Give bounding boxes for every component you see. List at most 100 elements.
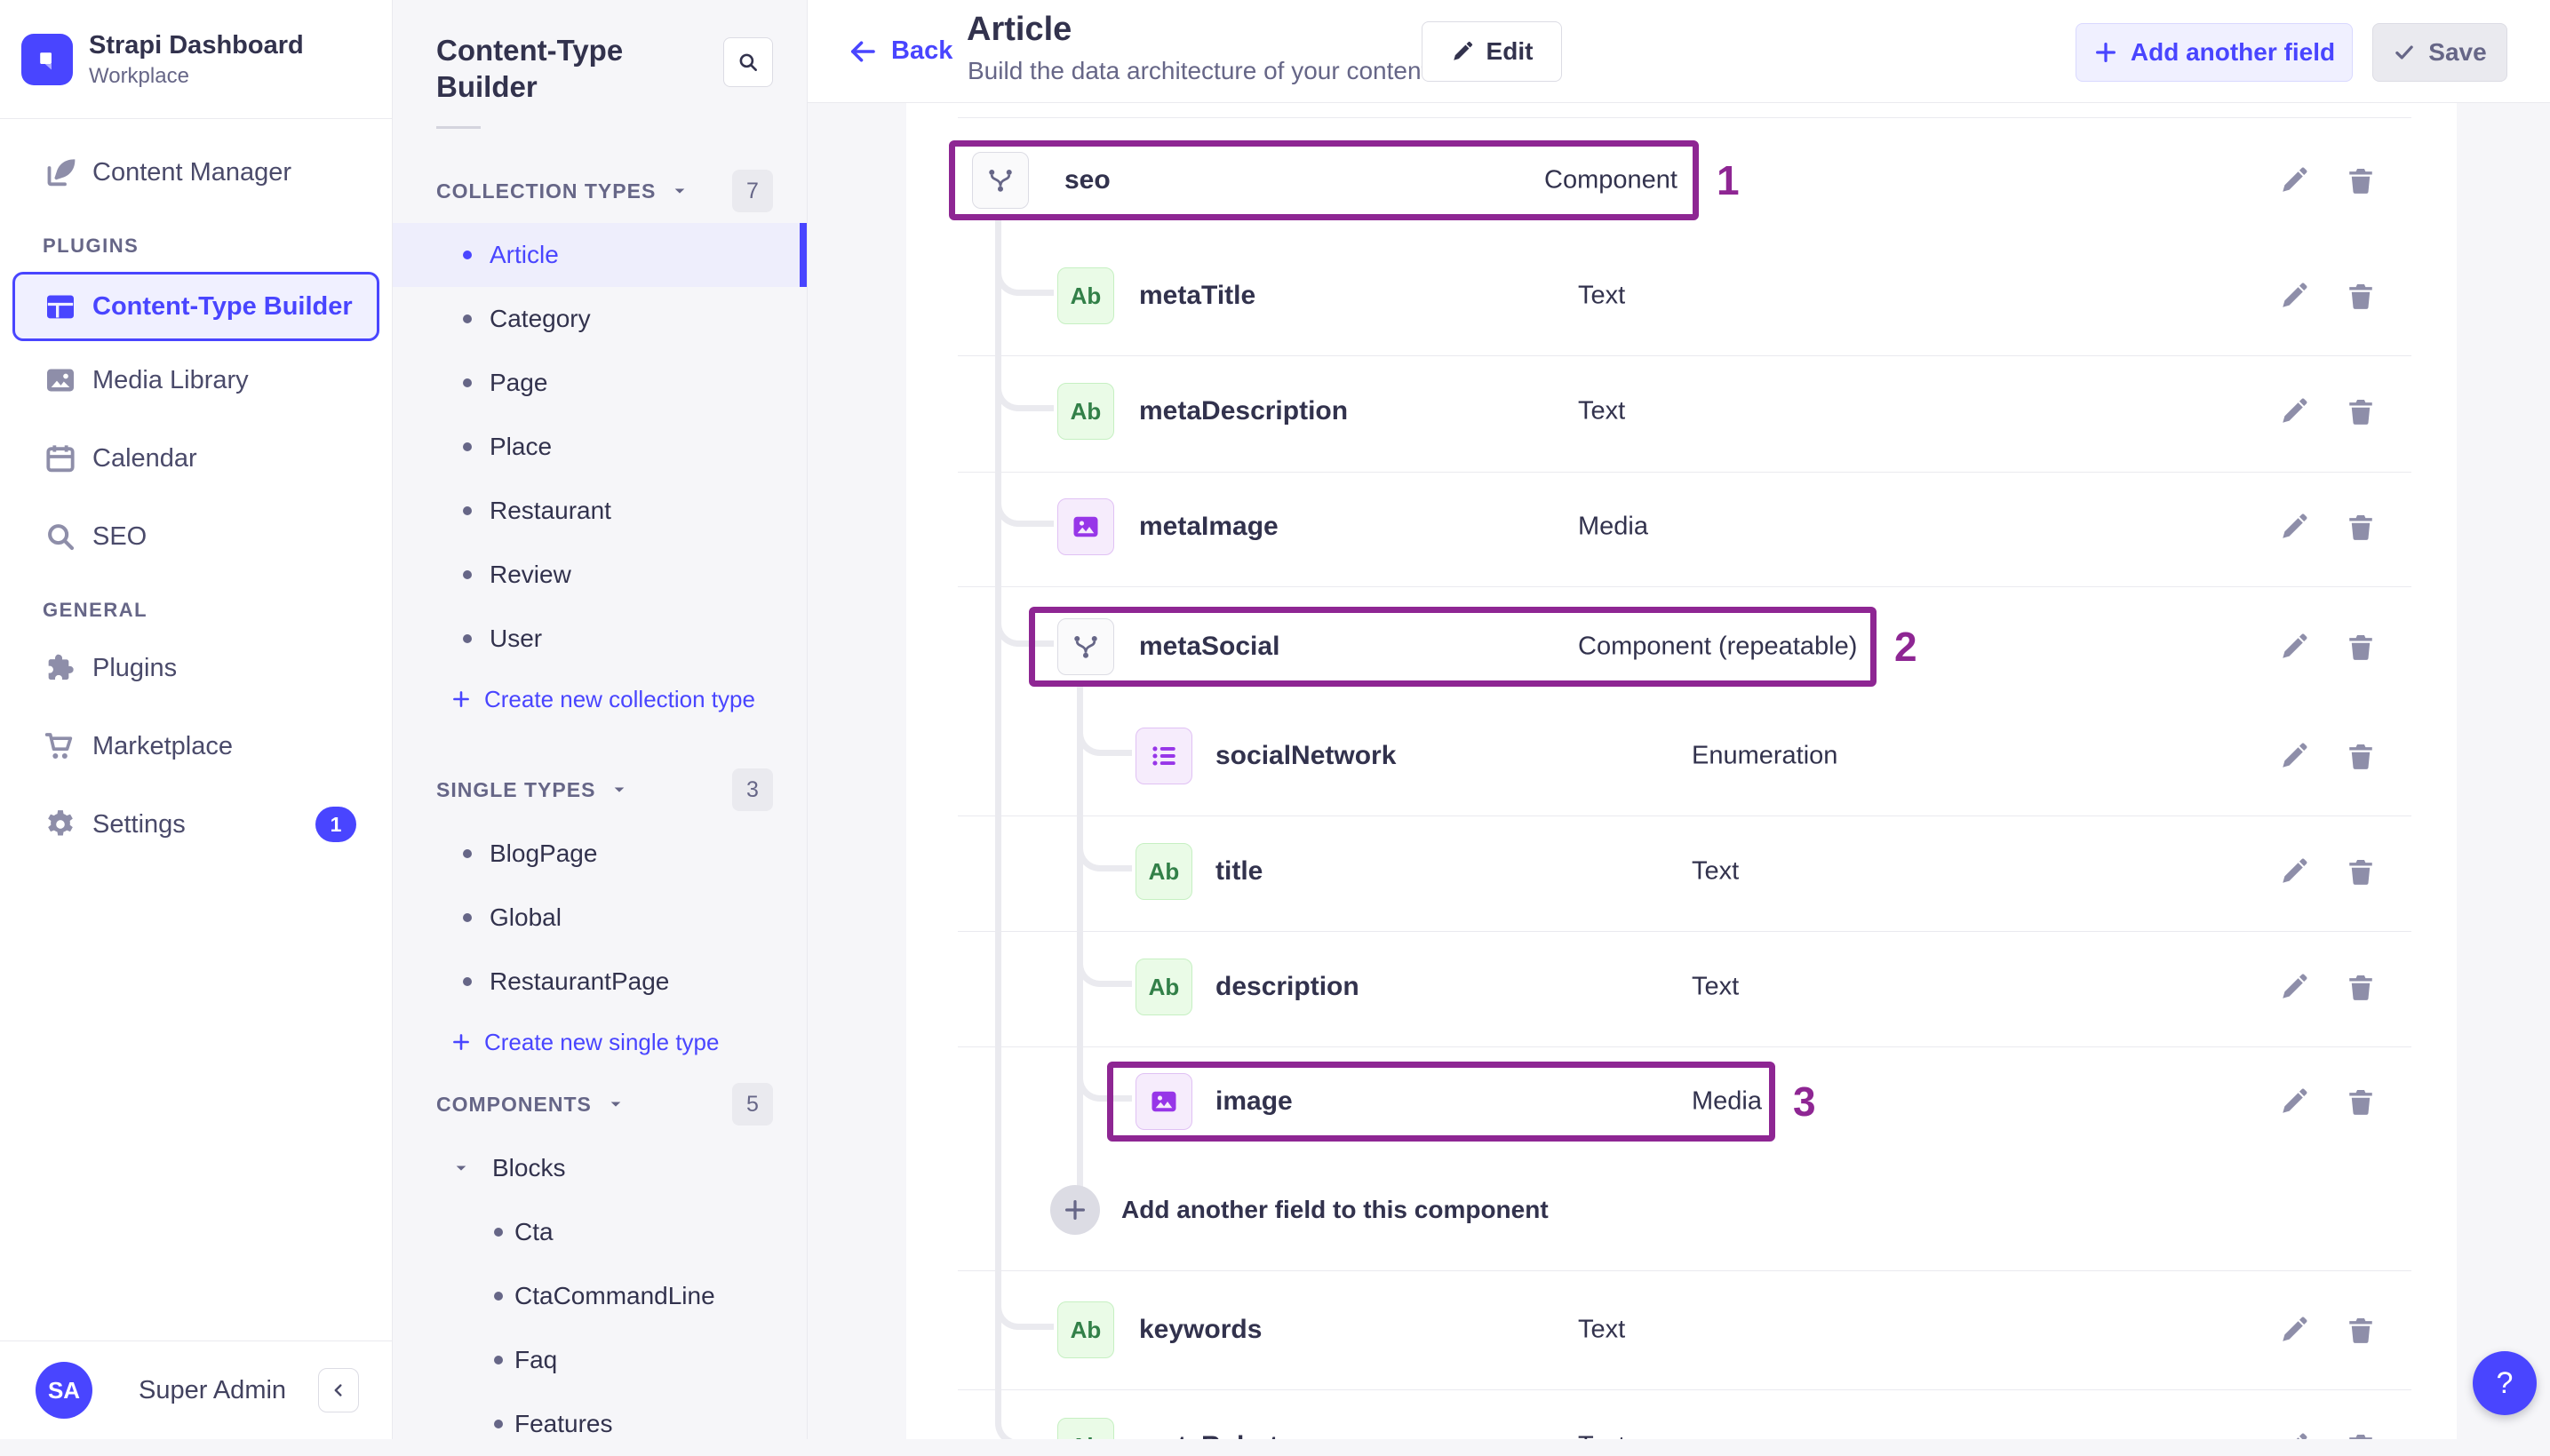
layout-grid-icon — [43, 289, 78, 324]
list-item-ctacommandline[interactable]: CtaCommandLine — [393, 1264, 807, 1328]
list-item-label: Category — [490, 305, 591, 332]
pencil-icon — [1451, 40, 1474, 63]
edit-button[interactable]: Edit — [1422, 21, 1562, 82]
add-field-to-component-label[interactable]: Add another field to this component — [1121, 1196, 1549, 1224]
section-list: BlogPage Global RestaurantPage — [393, 822, 807, 1014]
sidebar-item-settings[interactable]: Settings 1 — [0, 785, 392, 863]
back-button[interactable]: Back — [847, 0, 952, 102]
sidebar-item-plugins[interactable]: Plugins — [0, 629, 392, 707]
search-icon — [737, 51, 760, 74]
page-title: Article — [967, 11, 1072, 48]
edit-field-button[interactable] — [2276, 854, 2312, 889]
section-count-badge: 3 — [732, 768, 773, 811]
delete-field-button[interactable] — [2343, 629, 2379, 664]
field-name: title — [1215, 856, 1263, 886]
list-item-page[interactable]: Page — [393, 351, 807, 415]
sidebar-item-label: Plugins — [92, 653, 178, 682]
section-header: SINGLE TYPES 3 — [436, 768, 773, 811]
edit-field-button[interactable] — [2276, 629, 2312, 664]
delete-field-button[interactable] — [2343, 509, 2379, 545]
caret-down-icon[interactable] — [610, 780, 629, 800]
add-field-to-component-button[interactable] — [1050, 1185, 1100, 1235]
create-new-type-link[interactable]: Create new collection type — [393, 671, 807, 728]
delete-field-button[interactable] — [2343, 394, 2379, 429]
field-type: Media — [1578, 512, 1648, 541]
list-item-label: Features — [514, 1410, 613, 1437]
list-item-review[interactable]: Review — [393, 543, 807, 607]
row-divider — [958, 117, 2411, 118]
main-sidebar: Strapi Dashboard Workplace Content Manag… — [0, 0, 393, 1439]
edit-field-button[interactable] — [2276, 738, 2312, 774]
bullet-icon — [494, 1420, 503, 1428]
list-item-cta[interactable]: Cta — [393, 1200, 807, 1264]
sidebar-item-seo[interactable]: SEO — [0, 497, 392, 576]
caret-down-icon[interactable] — [670, 181, 689, 201]
edit-field-button[interactable] — [2276, 969, 2312, 1005]
edit-field-button[interactable] — [2276, 278, 2312, 314]
avatar: SA — [36, 1362, 92, 1419]
sidebar-item-label: Content Manager — [92, 157, 292, 187]
bullet-icon — [463, 506, 472, 515]
fields-card: seo Component 1 Ab metaTitle Text Ab metaDescri… — [906, 102, 2457, 1439]
list-item-faq[interactable]: Faq — [393, 1328, 807, 1392]
row-divider — [958, 1046, 2411, 1047]
field-type: Text — [1692, 972, 1740, 1001]
list-item-article[interactable]: Article — [393, 223, 807, 287]
create-new-type-link[interactable]: Create new single type — [393, 1014, 807, 1070]
list-item-blocks[interactable]: Blocks — [393, 1136, 807, 1200]
delete-field-button[interactable] — [2343, 278, 2379, 314]
page-header: Back Article Build the data architecture… — [808, 0, 2550, 103]
delete-field-button[interactable] — [2343, 969, 2379, 1005]
search-button[interactable] — [723, 37, 773, 87]
enumeration-icon — [1136, 728, 1192, 784]
list-item-restaurantpage[interactable]: RestaurantPage — [393, 950, 807, 1014]
edit-field-button[interactable] — [2276, 509, 2312, 545]
sidebar-item-calendar[interactable]: Calendar — [0, 419, 392, 497]
caret-down-icon[interactable] — [451, 1158, 471, 1178]
save-label: Save — [2428, 38, 2487, 66]
annotation-number: 3 — [1793, 1078, 1816, 1125]
list-item-features[interactable]: Features — [393, 1392, 807, 1456]
chevron-left-icon — [329, 1380, 348, 1400]
list-item-category[interactable]: Category — [393, 287, 807, 351]
add-another-field-button[interactable]: Add another field — [2076, 23, 2353, 82]
feather-icon — [43, 155, 78, 190]
list-item-label: Blocks — [492, 1154, 566, 1182]
field-type: Text — [1692, 856, 1740, 886]
media-icon — [1057, 498, 1114, 555]
collapse-sidebar-button[interactable] — [318, 1368, 359, 1412]
list-item-global[interactable]: Global — [393, 886, 807, 950]
delete-field-button[interactable] — [2343, 854, 2379, 889]
bullet-icon — [494, 1228, 503, 1237]
content-type-builder-sidebar: Content-Type Builder COLLECTION TYPES 7 Ar… — [393, 0, 808, 1439]
list-item-restaurant[interactable]: Restaurant — [393, 479, 807, 543]
edit-field-button[interactable] — [2276, 1312, 2312, 1348]
text-icon: Ab — [1057, 267, 1114, 324]
edit-field-button[interactable] — [2276, 1428, 2312, 1439]
sidebar-item-content-manager[interactable]: Content Manager — [0, 133, 392, 211]
sidebar-item-media-library[interactable]: Media Library — [0, 341, 392, 419]
caret-down-icon[interactable] — [606, 1094, 626, 1114]
delete-field-button[interactable] — [2343, 1312, 2379, 1348]
delete-field-button[interactable] — [2343, 1084, 2379, 1119]
edit-field-button[interactable] — [2276, 163, 2312, 198]
workspace-name: Workplace — [89, 63, 189, 88]
edit-field-button[interactable] — [2276, 1084, 2312, 1119]
list-item-user[interactable]: User — [393, 607, 807, 671]
delete-field-button[interactable] — [2343, 738, 2379, 774]
sidebar-item-content-type-builder[interactable]: Content-Type Builder — [12, 272, 379, 341]
text-icon: Ab — [1057, 1418, 1114, 1439]
help-button[interactable]: ? — [2473, 1351, 2537, 1415]
save-button[interactable]: Save — [2372, 23, 2507, 82]
section-header-label: COMPONENTS — [436, 1092, 592, 1116]
calendar-icon — [43, 441, 78, 476]
delete-field-button[interactable] — [2343, 163, 2379, 198]
sidebar-item-marketplace[interactable]: Marketplace — [0, 707, 392, 785]
edit-field-button[interactable] — [2276, 394, 2312, 429]
field-name: metaRobots — [1139, 1431, 1293, 1439]
list-item-place[interactable]: Place — [393, 415, 807, 479]
back-label: Back — [891, 36, 953, 65]
delete-field-button[interactable] — [2343, 1428, 2379, 1439]
sidebar-item-label: Calendar — [92, 443, 197, 473]
list-item-blogpage[interactable]: BlogPage — [393, 822, 807, 886]
